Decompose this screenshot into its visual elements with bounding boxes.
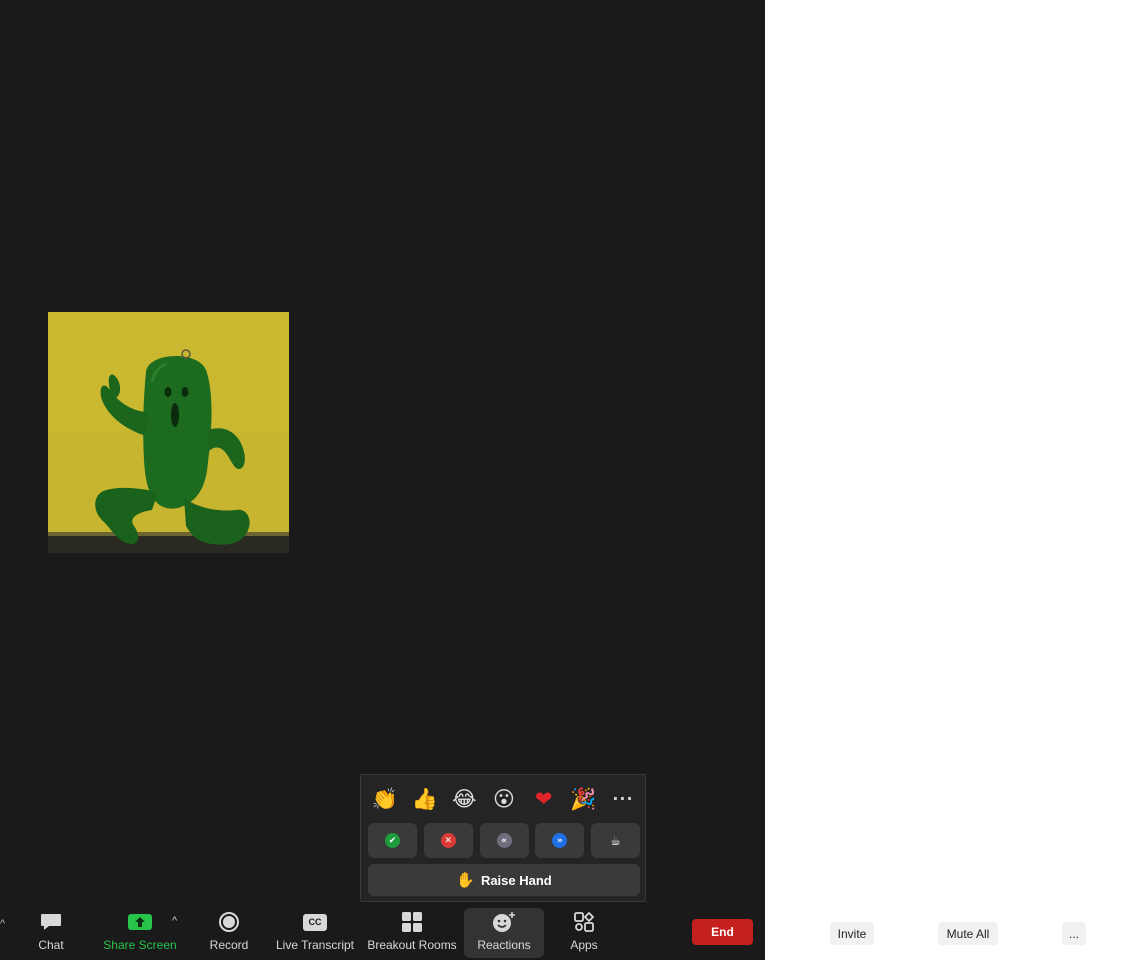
coffee-break-button[interactable]: ☕ (591, 823, 640, 858)
more-reactions-icon[interactable]: ··· (607, 785, 639, 813)
meeting-window: 👏 👍 😂 😮 ❤ 🎉 ··· ✔ ✕ « » ☕ ✋ Raise Hand ^… (0, 0, 765, 960)
share-screen-icon (127, 908, 153, 936)
chat-bubble-icon (40, 908, 62, 936)
emoji-reactions-row: 👏 👍 😂 😮 ❤ 🎉 ··· (369, 785, 639, 813)
record-label: Record (209, 938, 249, 952)
slow-down-button[interactable]: « (479, 823, 529, 858)
heart-icon[interactable]: ❤ (528, 785, 560, 813)
no-x-icon: ✕ (440, 833, 456, 848)
apps-label: Apps (570, 938, 598, 952)
yes-button[interactable]: ✔ (368, 823, 417, 858)
apps-icon (573, 908, 595, 936)
meeting-toolbar: Chat Share Screen ^ Record CC Live Trans… (0, 905, 765, 960)
coffee-break-icon: ☕ (610, 833, 621, 848)
slow-down-icon: « (496, 833, 512, 848)
record-icon (218, 908, 240, 936)
reactions-smiley-icon (492, 908, 516, 936)
share-screen-button[interactable]: Share Screen (100, 908, 180, 958)
speed-up-button[interactable]: » (535, 823, 585, 858)
live-transcript-label: Live Transcript (275, 938, 355, 952)
tears-of-joy-icon[interactable]: 😂 (448, 785, 480, 813)
end-meeting-button[interactable]: End (692, 919, 753, 945)
record-button[interactable]: Record (203, 908, 255, 958)
raise-hand-label: Raise Hand (480, 872, 552, 888)
invite-button[interactable]: Invite (830, 922, 874, 945)
open-mouth-icon[interactable]: 😮 (488, 785, 520, 813)
chat-label: Chat (38, 938, 64, 952)
breakout-rooms-grid-icon (401, 908, 423, 936)
reactions-label: Reactions (477, 938, 531, 952)
apps-button[interactable]: Apps (560, 908, 608, 958)
thumbs-up-icon[interactable]: 👍 (409, 785, 441, 813)
reactions-popup: 👏 👍 😂 😮 ❤ 🎉 ··· ✔ ✕ « » ☕ ✋ Raise Hand (360, 774, 646, 902)
more-options-button[interactable]: ... (1062, 922, 1086, 945)
yes-check-icon: ✔ (385, 833, 400, 848)
raised-hand-icon: ✋ (456, 871, 475, 889)
party-popper-icon[interactable]: 🎉 (567, 785, 599, 813)
live-transcript-button[interactable]: CC Live Transcript (274, 908, 356, 958)
breakout-rooms-button[interactable]: Breakout Rooms (366, 908, 458, 958)
closed-caption-icon: CC (303, 908, 327, 936)
chat-button[interactable]: Chat (26, 908, 76, 958)
share-options-caret-icon[interactable]: ^ (172, 915, 177, 927)
cactus-video-image (48, 312, 289, 553)
share-screen-label: Share Screen (103, 938, 177, 952)
reactions-button[interactable]: Reactions (464, 908, 544, 958)
nonverbal-feedback-row: ✔ ✕ « » ☕ (368, 823, 640, 858)
raise-hand-button[interactable]: ✋ Raise Hand (368, 864, 640, 896)
speed-up-icon: » (552, 833, 568, 848)
no-button[interactable]: ✕ (423, 823, 473, 858)
cc-badge: CC (303, 913, 327, 931)
clapping-hands-icon[interactable]: 👏 (369, 785, 401, 813)
breakout-rooms-label: Breakout Rooms (367, 938, 457, 952)
mute-all-button[interactable]: Mute All (938, 922, 998, 945)
participant-video[interactable] (48, 312, 289, 553)
